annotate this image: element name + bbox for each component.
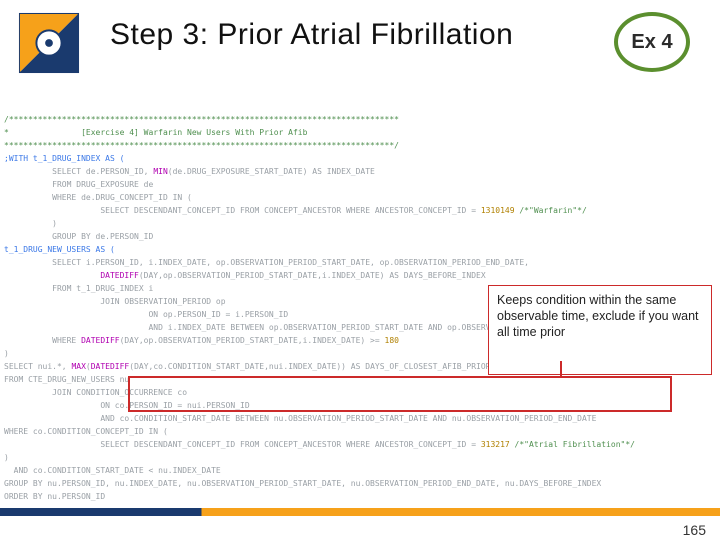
annotation-callout: Keeps condition within the same observab… bbox=[488, 285, 712, 375]
annotation-highlight bbox=[128, 376, 672, 412]
slide: Step 3: Prior Atrial Fibrillation Ex 4 /… bbox=[0, 0, 720, 540]
page-number: 165 bbox=[683, 522, 706, 538]
footer-bar bbox=[0, 508, 720, 516]
exercise-badge-label: Ex 4 bbox=[631, 31, 672, 54]
annotation-text: Keeps condition within the same observab… bbox=[497, 293, 699, 339]
ohdsi-logo bbox=[18, 12, 80, 74]
exercise-badge: Ex 4 bbox=[614, 12, 690, 72]
annotation-connector bbox=[560, 361, 562, 377]
slide-title: Step 3: Prior Atrial Fibrillation bbox=[110, 18, 513, 52]
